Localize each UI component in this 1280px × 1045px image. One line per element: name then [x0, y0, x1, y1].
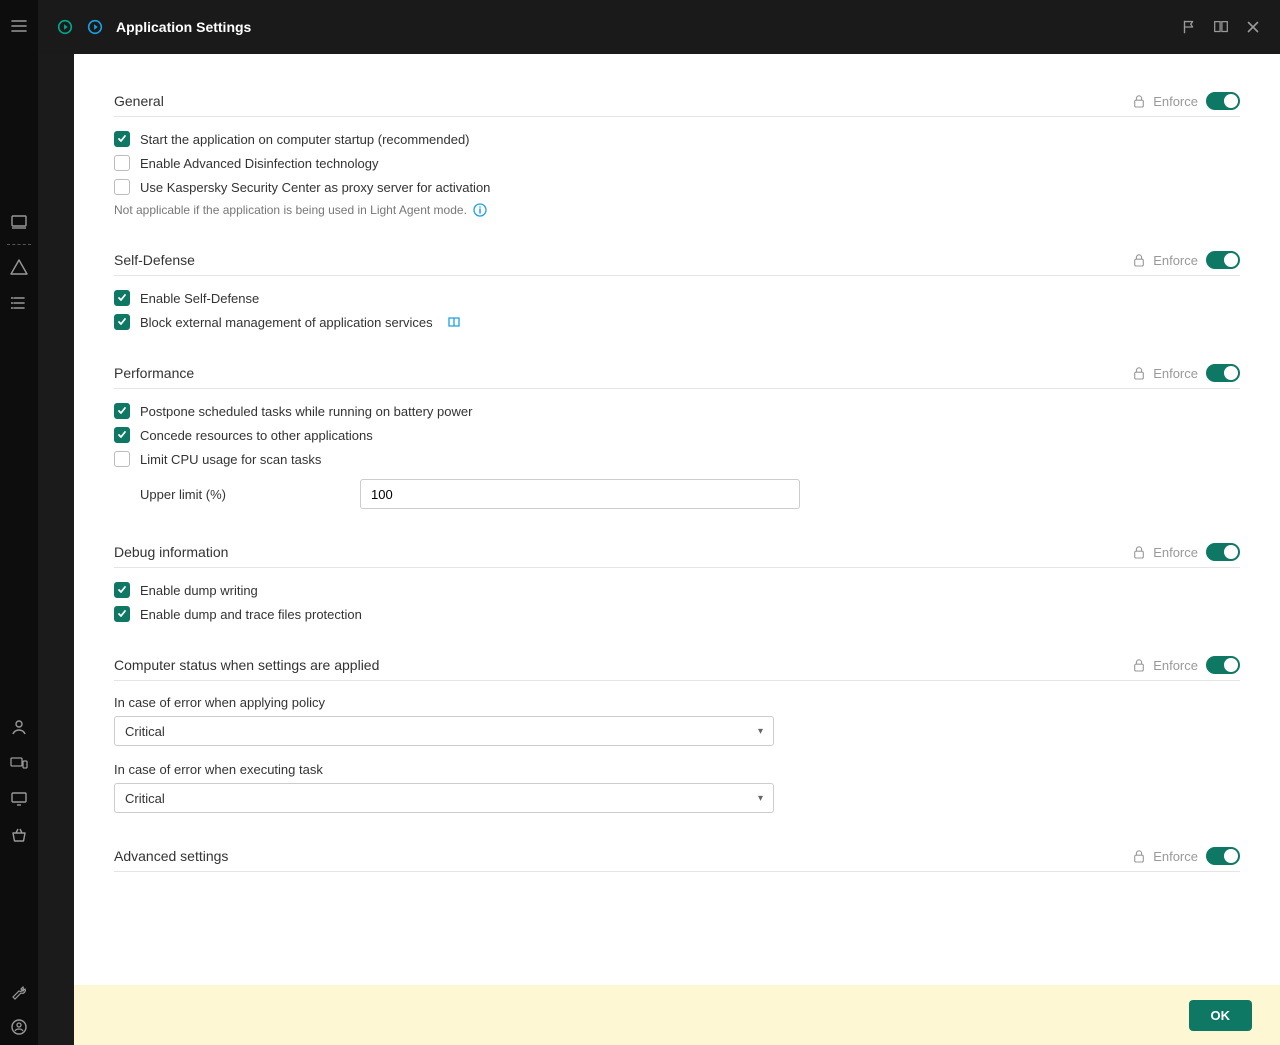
lock-icon	[1133, 849, 1145, 863]
block-external-label: Block external management of application…	[140, 315, 433, 330]
enforce-label: Enforce	[1153, 849, 1198, 864]
lock-icon	[1133, 253, 1145, 267]
dashboard-icon[interactable]	[9, 212, 29, 232]
enable-selfdefense-checkbox[interactable]	[114, 290, 130, 306]
wrench-icon[interactable]	[9, 981, 29, 1001]
close-icon[interactable]	[1244, 18, 1262, 36]
help-book-icon[interactable]	[1212, 18, 1230, 36]
proxy-help-text: Not applicable if the application is bei…	[114, 203, 467, 217]
monitor-icon[interactable]	[9, 789, 29, 809]
section-selfdefense: Self-Defense Enforce Enable Self-Defense…	[114, 251, 1240, 330]
block-external-checkbox[interactable]	[114, 314, 130, 330]
limitcpu-label: Limit CPU usage for scan tasks	[140, 452, 321, 467]
startup-label: Start the application on computer startu…	[140, 132, 470, 147]
enforce-toggle-general[interactable]	[1206, 92, 1240, 110]
concede-label: Concede resources to other applications	[140, 428, 373, 443]
chevron-down-icon: ▾	[758, 726, 763, 737]
header-section-icon	[86, 18, 104, 36]
enforce-label: Enforce	[1153, 366, 1198, 381]
section-status: Computer status when settings are applie…	[114, 656, 1240, 813]
page-title: Application Settings	[116, 19, 1166, 35]
menu-icon[interactable]	[9, 16, 29, 36]
flag-icon[interactable]	[1180, 18, 1198, 36]
limitcpu-checkbox[interactable]	[114, 451, 130, 467]
upper-limit-input[interactable]	[360, 479, 800, 509]
disinfection-label: Enable Advanced Disinfection technology	[140, 156, 379, 171]
account-icon[interactable]	[9, 1017, 29, 1037]
info-icon[interactable]	[473, 203, 487, 217]
section-title-general: General	[114, 93, 1133, 109]
enforce-label: Enforce	[1153, 658, 1198, 673]
lock-icon	[1133, 366, 1145, 380]
enforce-label: Enforce	[1153, 253, 1198, 268]
header-app-icon	[56, 18, 74, 36]
chevron-down-icon: ▾	[758, 793, 763, 804]
section-debug: Debug information Enforce Enable dump wr…	[114, 543, 1240, 622]
help-book-icon[interactable]	[447, 315, 461, 329]
upper-limit-label: Upper limit (%)	[140, 487, 340, 502]
task-error-select[interactable]: Critical ▾	[114, 783, 774, 813]
dimmed-sidebar	[38, 0, 74, 1045]
enforce-label: Enforce	[1153, 94, 1198, 109]
panel-body: General Enforce Start the application on…	[74, 54, 1280, 985]
enforce-toggle-debug[interactable]	[1206, 543, 1240, 561]
section-performance: Performance Enforce Postpone scheduled t…	[114, 364, 1240, 509]
basket-icon[interactable]	[9, 825, 29, 845]
policy-error-label: In case of error when applying policy	[114, 695, 1240, 710]
policy-error-select[interactable]: Critical ▾	[114, 716, 774, 746]
enforce-label: Enforce	[1153, 545, 1198, 560]
left-nav-rail	[0, 0, 38, 1045]
lock-icon	[1133, 94, 1145, 108]
task-error-value: Critical	[125, 791, 165, 806]
disinfection-checkbox[interactable]	[114, 155, 130, 171]
proxy-label: Use Kaspersky Security Center as proxy s…	[140, 180, 490, 195]
user-icon[interactable]	[9, 717, 29, 737]
dumpwriting-label: Enable dump writing	[140, 583, 258, 598]
concede-checkbox[interactable]	[114, 427, 130, 443]
dumpprotect-checkbox[interactable]	[114, 606, 130, 622]
warning-icon[interactable]	[9, 257, 29, 277]
lock-icon	[1133, 658, 1145, 672]
task-error-label: In case of error when executing task	[114, 762, 1240, 777]
section-title-debug: Debug information	[114, 544, 1133, 560]
dumpwriting-checkbox[interactable]	[114, 582, 130, 598]
policy-error-value: Critical	[125, 724, 165, 739]
enable-selfdefense-label: Enable Self-Defense	[140, 291, 259, 306]
enforce-toggle-advanced[interactable]	[1206, 847, 1240, 865]
enforce-toggle-selfdefense[interactable]	[1206, 251, 1240, 269]
section-title-performance: Performance	[114, 365, 1133, 381]
dumpprotect-label: Enable dump and trace files protection	[140, 607, 362, 622]
section-title-selfdefense: Self-Defense	[114, 252, 1133, 268]
list-icon[interactable]	[9, 293, 29, 313]
section-advanced: Advanced settings Enforce	[114, 847, 1240, 872]
enforce-toggle-performance[interactable]	[1206, 364, 1240, 382]
postpone-checkbox[interactable]	[114, 403, 130, 419]
panel-footer: OK	[74, 985, 1280, 1045]
rail-divider	[7, 244, 31, 245]
lock-icon	[1133, 545, 1145, 559]
proxy-checkbox[interactable]	[114, 179, 130, 195]
ok-button[interactable]: OK	[1189, 1000, 1253, 1031]
section-title-advanced: Advanced settings	[114, 848, 1133, 864]
panel-header: Application Settings	[38, 0, 1280, 54]
devices-icon[interactable]	[9, 753, 29, 773]
enforce-toggle-status[interactable]	[1206, 656, 1240, 674]
section-title-status: Computer status when settings are applie…	[114, 657, 1133, 673]
postpone-label: Postpone scheduled tasks while running o…	[140, 404, 472, 419]
startup-checkbox[interactable]	[114, 131, 130, 147]
section-general: General Enforce Start the application on…	[114, 92, 1240, 217]
